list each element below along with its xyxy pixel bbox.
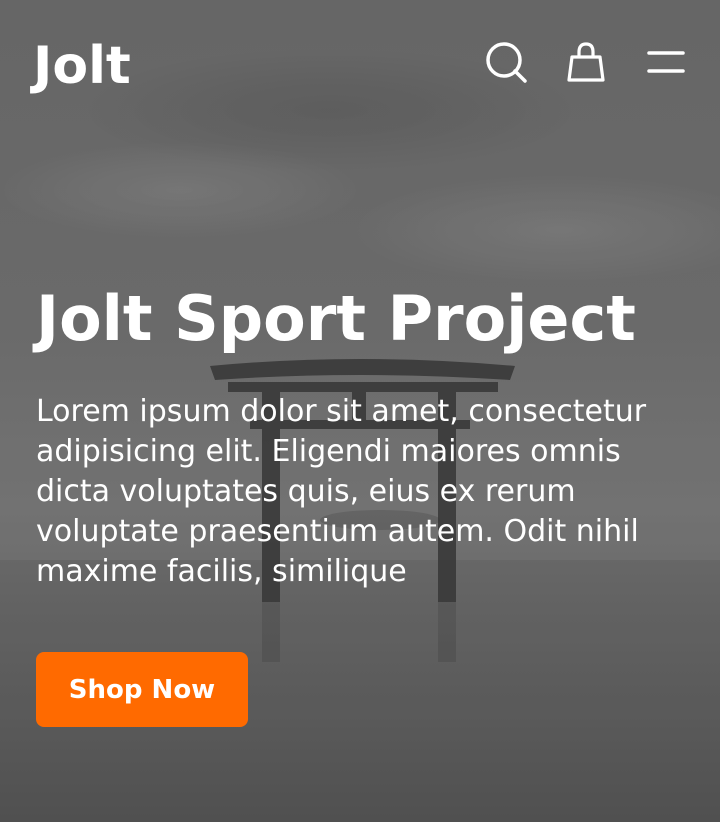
- hero-section: Jolt Jolt Sport Project Lorem ipsum dolo…: [0, 0, 720, 822]
- search-icon: [486, 42, 527, 83]
- menu-icon: [647, 51, 685, 73]
- site-header: Jolt: [0, 0, 720, 130]
- search-button[interactable]: [482, 38, 530, 86]
- logo[interactable]: Jolt: [33, 36, 131, 96]
- hero-description: Lorem ipsum dolor sit amet, consectetur …: [36, 394, 647, 589]
- hero-title: Jolt Sport Project: [36, 282, 636, 355]
- menu-button[interactable]: [642, 38, 690, 86]
- cart-button[interactable]: [562, 38, 610, 86]
- hero-content: Jolt Sport Project Lorem ipsum dolor sit…: [36, 284, 686, 592]
- shop-now-button[interactable]: Shop Now: [36, 652, 248, 727]
- shopping-bag-icon: [567, 42, 605, 82]
